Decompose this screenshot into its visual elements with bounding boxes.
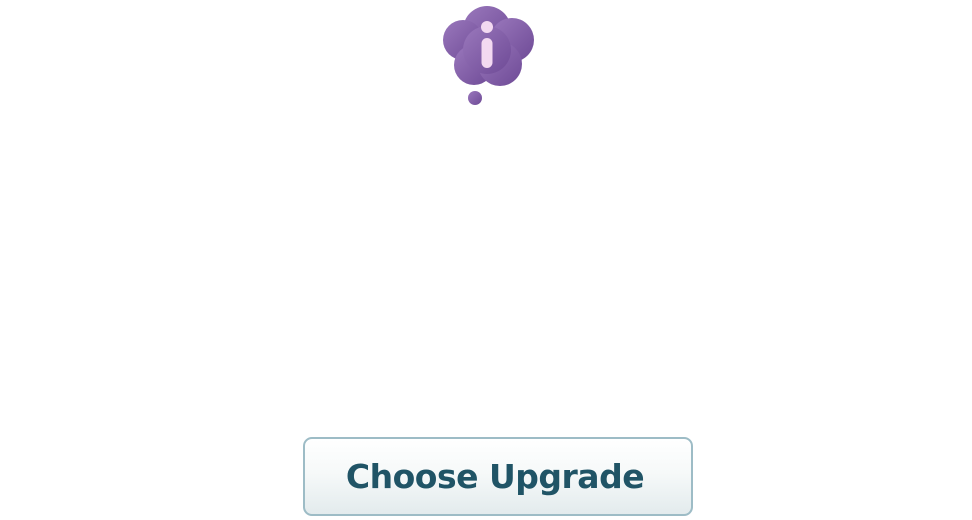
info-icon <box>436 0 538 108</box>
choose-upgrade-button[interactable]: Choose Upgrade <box>303 437 693 516</box>
choose-upgrade-label: Choose Upgrade <box>345 457 645 496</box>
upgrade-dialog: Choose Upgrade <box>0 0 972 520</box>
